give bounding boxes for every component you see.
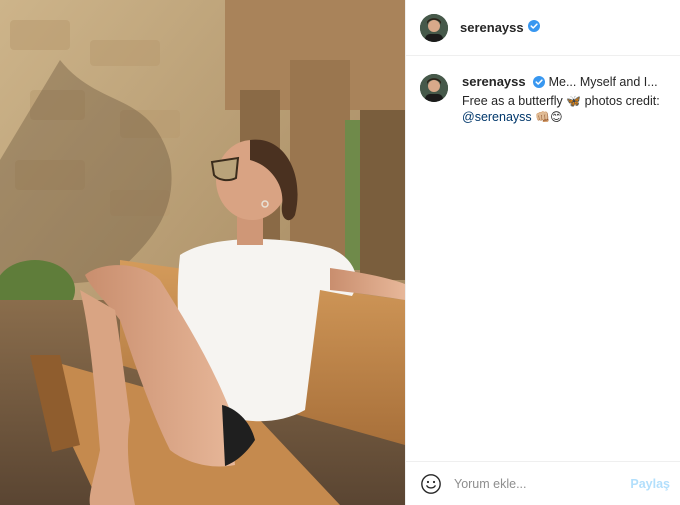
smile-icon[interactable] (420, 473, 442, 495)
comment-bar: Paylaş (406, 461, 680, 505)
caption-row: serenayss Me... Myself and I... Free as … (406, 56, 680, 126)
avatar-image (420, 13, 448, 42)
verified-badge-icon (533, 76, 546, 93)
caption-credit: photos credit: (584, 93, 660, 108)
caption-avatar[interactable] (420, 74, 448, 102)
avatar-image (420, 74, 448, 102)
share-button[interactable]: Paylaş (626, 477, 674, 491)
caption-username[interactable]: serenayss (462, 74, 526, 89)
post-photo[interactable] (0, 0, 405, 505)
author-username[interactable]: serenayss (460, 20, 524, 35)
photo-illustration (0, 0, 405, 505)
post-header: serenayss (406, 0, 680, 56)
mention-link[interactable]: @serenayss (462, 110, 532, 124)
post-sidebar: serenayss serenayss Me... Myself and I..… (405, 0, 680, 505)
post-dialog: serenayss serenayss Me... Myself and I..… (0, 0, 680, 505)
author-avatar[interactable] (420, 13, 448, 42)
caption-text: serenayss Me... Myself and I... Free as … (462, 74, 666, 126)
butterfly-emoji: 🦋 (566, 93, 582, 108)
caption-trailing-emojis: 👊🏼😊 (535, 110, 563, 124)
verified-badge-icon (527, 19, 540, 37)
comment-input[interactable] (452, 475, 627, 492)
comments-area (406, 126, 680, 462)
